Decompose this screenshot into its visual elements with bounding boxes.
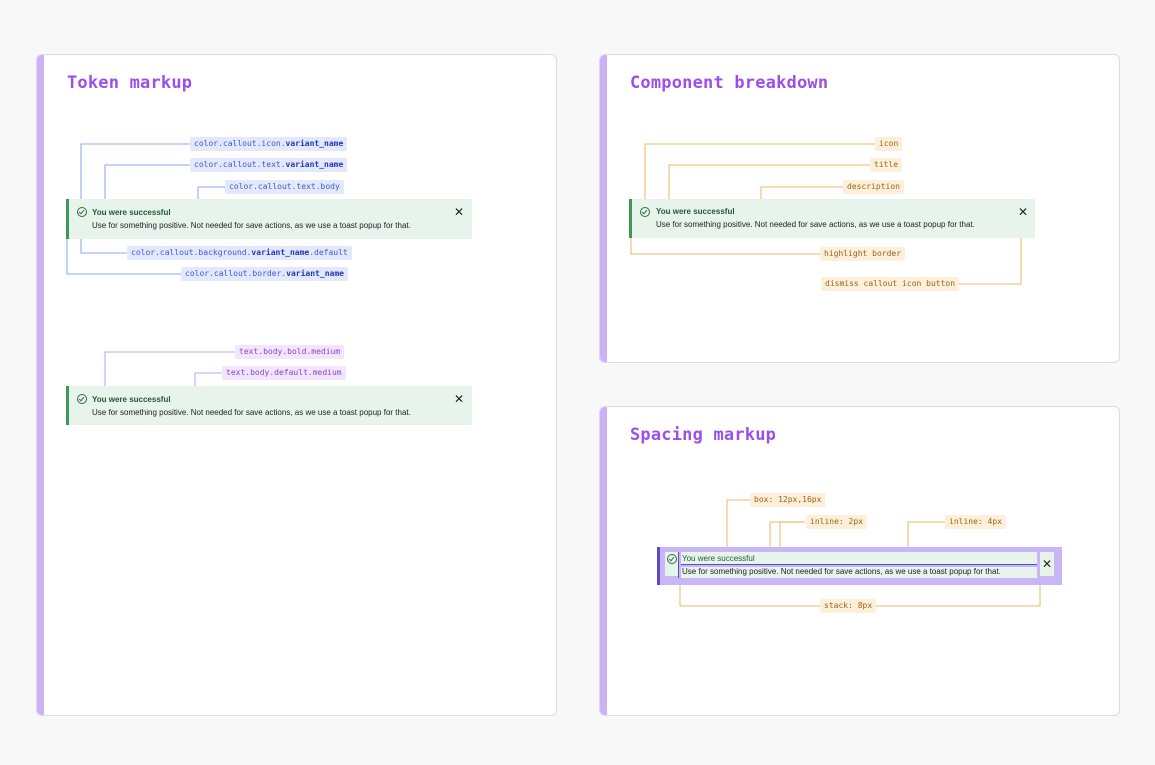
card-title: Spacing markup: [630, 425, 777, 445]
tag-prefix: color.callout.border.: [185, 269, 287, 278]
label-highlight-border: highlight border: [820, 247, 906, 261]
tag-variant: variant_name: [251, 248, 310, 257]
tag-variant: variant_name: [286, 269, 344, 278]
token-markup-card: Token markup: [36, 54, 557, 716]
card-accent-stripe: [600, 407, 607, 715]
callout-description: Use for something positive. Not needed f…: [92, 221, 411, 230]
close-icon[interactable]: ✕: [1040, 552, 1054, 576]
card-accent-stripe: [37, 55, 44, 715]
token-tag-border: color.callout.border.variant_name: [181, 267, 348, 281]
inline-gap-guide: [678, 552, 679, 578]
token-tag-body-color: color.callout.text.body: [225, 180, 344, 194]
callout-spacing-example: You were successful Use for something po…: [657, 547, 1062, 585]
tag-prefix: color.callout.text.: [194, 160, 286, 169]
close-icon[interactable]: ✕: [1018, 206, 1028, 218]
tag-variant: variant_name: [285, 139, 344, 148]
callout-description: Use for something positive. Not needed f…: [92, 408, 411, 417]
card-title: Component breakdown: [630, 73, 829, 93]
callout-title: You were successful: [92, 395, 171, 404]
tag-prefix: color.callout.icon.: [194, 139, 286, 148]
label-description: description: [843, 180, 904, 194]
label-inline-4: inline: 4px: [945, 515, 1006, 529]
callout-breakdown-example: You were successful Use for something po…: [629, 199, 1035, 238]
stack-gap-guide: [681, 564, 1037, 565]
token-tag-default-text: text.body.default.medium: [222, 366, 346, 380]
callout-token-example: You were successful Use for something po…: [66, 199, 472, 239]
check-circle-icon: [77, 207, 87, 217]
check-circle-icon: [77, 394, 87, 404]
callout-typography-example: You were successful Use for something po…: [66, 386, 472, 425]
tag-suffix: .default: [309, 248, 348, 257]
label-inline-2: inline: 2px: [806, 515, 867, 529]
label-dismiss-button: dismiss callout icon button: [821, 277, 960, 291]
token-tag-background: color.callout.background.variant_name.de…: [127, 246, 352, 260]
token-tag-bold-text: text.body.bold.medium: [235, 345, 345, 359]
card-accent-stripe: [600, 55, 607, 362]
check-circle-icon: [640, 207, 650, 217]
close-icon[interactable]: ✕: [454, 206, 464, 218]
close-icon[interactable]: ✕: [454, 393, 464, 405]
check-circle-icon: [667, 554, 677, 564]
tag-variant: variant_name: [285, 160, 344, 169]
callout-title: You were successful: [656, 207, 735, 216]
callout-description: Use for something positive. Not needed f…: [682, 567, 1001, 576]
token-tag-title-color: color.callout.text.variant_name: [190, 158, 348, 172]
tag-prefix: color.callout.background.: [131, 248, 252, 257]
label-stack: stack: 8px: [820, 599, 877, 613]
highlight-border: [657, 547, 660, 585]
callout-title: You were successful: [682, 554, 755, 563]
card-title: Token markup: [67, 73, 193, 93]
label-icon: icon: [875, 137, 903, 151]
label-title: title: [870, 158, 903, 172]
label-box-padding: box: 12px,16px: [750, 493, 826, 507]
callout-title: You were successful: [92, 208, 171, 217]
callout-description: Use for something positive. Not needed f…: [656, 220, 975, 229]
token-tag-icon-color: color.callout.icon.variant_name: [190, 137, 348, 151]
